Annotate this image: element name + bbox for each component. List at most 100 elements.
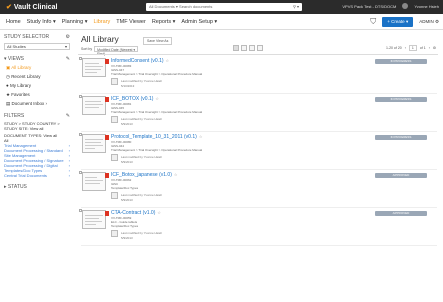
library-main: All Library Save View As Sort by Modifie… — [78, 32, 440, 302]
cart-icon[interactable]: ⛉ — [370, 17, 376, 27]
admin-menu[interactable]: ADMIN ⚙ — [419, 19, 439, 25]
pager-of: of 1 — [419, 46, 426, 50]
pdf-icon — [105, 173, 109, 178]
pdf-icon — [105, 59, 109, 64]
view-document-inbox[interactable]: ▤ Document Inbox › — [4, 100, 70, 107]
status-badge: APPROVED — [375, 211, 427, 216]
document-date: 5/9/2013 — [121, 160, 133, 164]
search-placeholder: Search documents — [179, 4, 213, 9]
star-icon[interactable]: ☆ — [157, 210, 161, 215]
document-date: 5/9/2013 — [121, 236, 133, 240]
document-row[interactable]: Protocol_Template_10_31_2011 (v0.1) ☆ VV-… — [79, 132, 437, 170]
filters-header[interactable]: FILTERS ✎ — [4, 113, 70, 119]
study-selector-header: STUDY SELECTOR ⚙ — [4, 34, 70, 40]
pager-range: 1-20 of 20 — [385, 46, 402, 50]
pager-next[interactable]: › — [429, 46, 430, 50]
nav-home[interactable]: Home — [6, 19, 21, 25]
chevron-down-icon: ▾ — [133, 48, 136, 52]
status-header[interactable]: ▸ STATUS — [4, 184, 70, 190]
document-row[interactable]: CTA-Contract (v1.0) ☆ VV-TMF-00059 ELC - … — [79, 208, 437, 246]
pdf-icon — [105, 211, 109, 216]
nav-study-info[interactable]: Study Info ▾ — [27, 19, 56, 25]
pdf-icon — [105, 97, 109, 102]
document-path: Trial Management > Trial Oversight > Ope… — [111, 72, 203, 76]
avatar — [111, 230, 118, 237]
status-badge: IN PROGRESS — [375, 97, 427, 102]
domain-selector[interactable]: VPVS Pack Test - DTS/DOCM — [342, 4, 396, 9]
status-badge: APPROVED — [375, 173, 427, 178]
star-icon[interactable]: ☆ — [174, 172, 178, 177]
nav-reports[interactable]: Reports ▾ — [152, 19, 176, 25]
save-view-button[interactable]: Save View As — [143, 37, 173, 45]
global-search-input[interactable]: All Documents ▾ Search documents ⚲ ▾ — [146, 3, 302, 11]
user-name[interactable]: Yvonne Hsieh — [414, 4, 439, 9]
document-path: Template/Doc Types — [111, 186, 139, 190]
pager: 1-20 of 20 ‹ 1 of 1 › ⚙ — [386, 45, 436, 51]
last-modified: Last modified by Yvonne Hsieh — [121, 155, 163, 159]
brand-label: Vault Clinical — [13, 3, 58, 11]
star-icon[interactable]: ☆ — [199, 134, 203, 139]
nav-tmf-viewer[interactable]: TMF Viewer — [116, 19, 146, 25]
avatar — [111, 78, 118, 85]
search-icon[interactable]: ⚲ ▾ — [293, 3, 299, 11]
pin-icon[interactable]: ✎ — [66, 113, 70, 119]
settings-icon[interactable]: ⚙ — [66, 34, 70, 40]
detail-view-icon[interactable] — [233, 45, 239, 51]
sidebar: STUDY SELECTOR ⚙ All Studies ▾ ▾ VIEWS ✎ ▣ … — [4, 32, 70, 302]
document-row[interactable]: ICF_Botox_japanese (v1.0) ☆ VV-TMF-00062 … — [79, 170, 437, 208]
last-modified: Last modified by Yvonne Hsieh — [121, 117, 163, 121]
pager-prev[interactable]: ‹ — [405, 46, 406, 50]
sort-bar: Sort by Modified Date (Newest First)▾ — [81, 46, 139, 56]
view-toggles — [233, 45, 263, 51]
nav-library[interactable]: Library — [93, 19, 110, 25]
last-modified: Last modified by Yvonne Hsieh — [121, 79, 163, 83]
view-favorites[interactable]: ★ Favorites — [4, 91, 70, 98]
nav-planning[interactable]: Planning ▾ — [62, 19, 88, 25]
brand[interactable]: ✔ Vault Clinical — [6, 3, 58, 12]
view-all-library[interactable]: ▣ All Library — [4, 64, 70, 71]
filter-study[interactable]: STUDY > STUDY COUNTRY > STUDY SITE: View… — [4, 121, 70, 131]
document-thumbnail[interactable] — [82, 58, 109, 77]
document-date: 5/9/2013 — [121, 122, 133, 126]
pin-icon[interactable]: ✎ — [66, 56, 70, 62]
nav-admin-setup[interactable]: Admin Setup ▾ — [181, 19, 217, 25]
document-date: 5/9/2013 — [121, 198, 133, 202]
document-row[interactable]: ICF_BOTOX (v0.1) ☆ VV-TMF-00081 IHSS-045 … — [79, 94, 437, 132]
divider — [78, 54, 438, 55]
chevron-down-icon: ▾ — [64, 44, 67, 49]
star-icon[interactable]: ☆ — [155, 96, 159, 101]
document-thumbnail[interactable] — [82, 96, 109, 115]
view-my-library[interactable]: ● My Library — [4, 82, 70, 89]
document-thumbnail[interactable] — [82, 172, 109, 191]
view-recent-library[interactable]: ◷ Recent Library — [4, 73, 70, 80]
pager-page-input[interactable]: 1 — [408, 45, 417, 51]
document-thumbnail[interactable] — [82, 210, 109, 229]
main-nav: Home Study Info ▾ Planning ▾ Library TMF… — [0, 14, 443, 30]
views-header[interactable]: ▾ VIEWS ✎ — [4, 56, 70, 62]
filter-type-item[interactable]: Central Trial Documents › — [4, 173, 70, 178]
pdf-icon — [105, 135, 109, 140]
avatar — [111, 154, 118, 161]
study-select[interactable]: All Studies ▾ — [4, 43, 70, 50]
document-path: Template/Doc Types — [111, 224, 139, 228]
avatar — [111, 116, 118, 123]
table-view-icon[interactable] — [257, 45, 263, 51]
status-badge: IN PROGRESS — [375, 135, 427, 140]
status-badge: IN PROGRESS — [375, 59, 427, 64]
document-date: 5/10/2013 — [121, 84, 135, 88]
grid-view-icon[interactable] — [249, 45, 255, 51]
document-path: Trial Management > Trial Oversight > Ope… — [111, 148, 203, 152]
page-title: All Library — [81, 34, 119, 44]
star-icon[interactable]: ☆ — [166, 58, 170, 63]
gear-icon[interactable]: ⚙ — [433, 46, 436, 50]
last-modified: Last modified by Yvonne Hsieh — [121, 193, 163, 197]
list-view-icon[interactable] — [241, 45, 247, 51]
user-avatar[interactable] — [402, 3, 409, 9]
create-button[interactable]: + Create ▾ — [382, 17, 414, 27]
sort-select[interactable]: Modified Date (Newest First)▾ — [94, 46, 139, 56]
document-row[interactable]: InformedConsent (v0.1) ☆ VV-TMF-00083 IHS… — [79, 56, 437, 94]
vault-logo-icon: ✔ — [6, 4, 12, 11]
document-thumbnail[interactable] — [82, 134, 109, 153]
top-bar: ✔ Vault Clinical All Documents ▾ Search … — [0, 0, 443, 14]
search-scope[interactable]: All Documents — [149, 4, 175, 9]
